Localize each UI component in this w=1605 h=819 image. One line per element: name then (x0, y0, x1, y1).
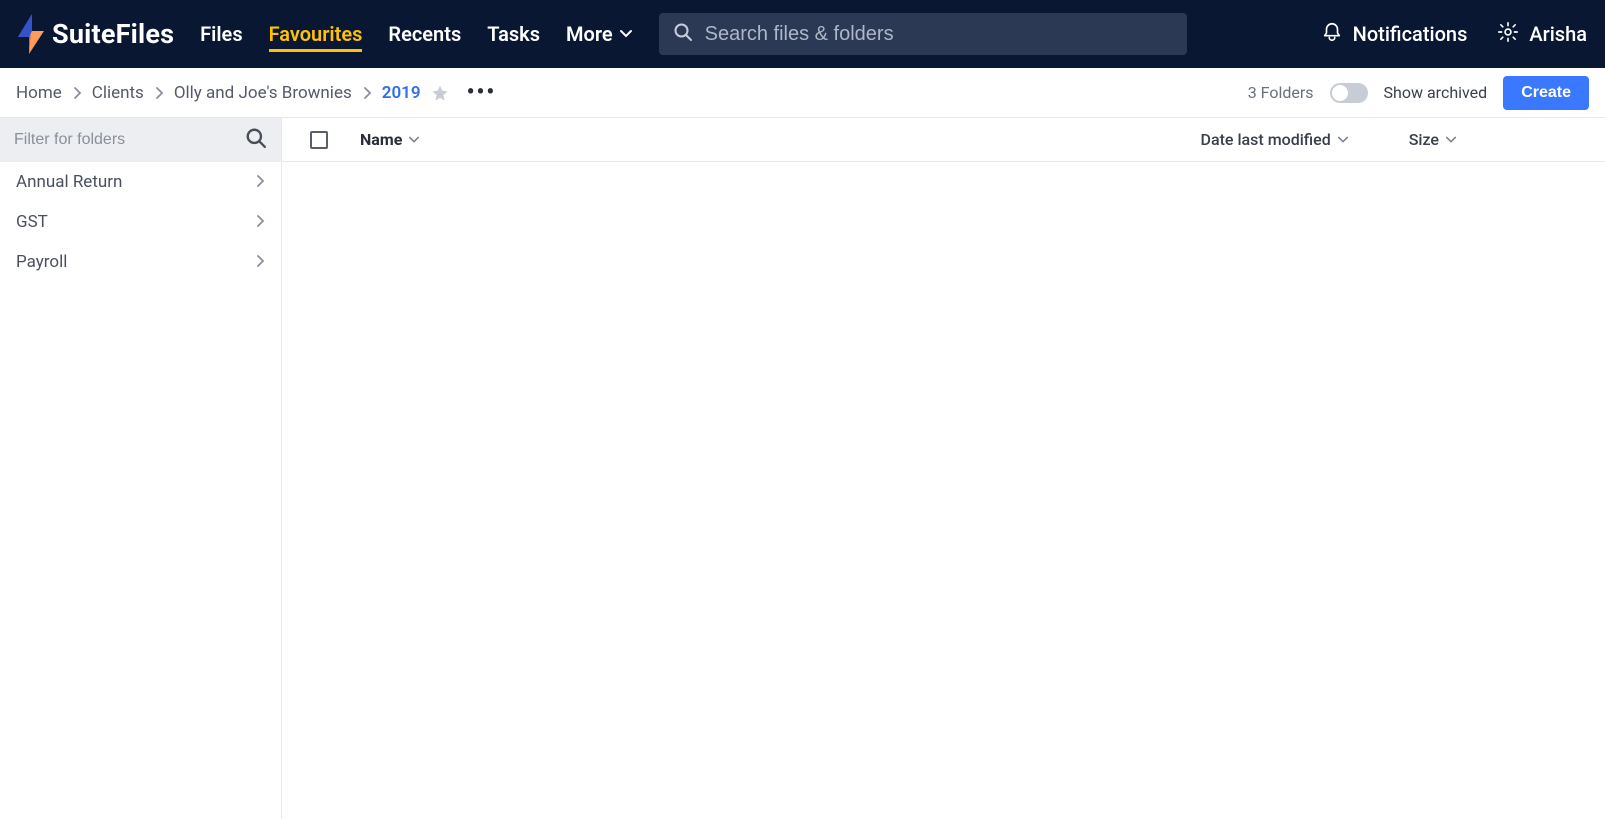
main: Annual Return GST Payroll (0, 118, 1605, 819)
chevron-right-icon (72, 87, 82, 99)
folder-label: GST (16, 212, 48, 232)
user-name: Arisha (1529, 22, 1587, 46)
breadcrumb-home[interactable]: Home (16, 83, 62, 103)
folder-filter-input[interactable] (14, 131, 214, 149)
gear-icon (1497, 21, 1519, 48)
table-header: Name Date last modified Size (282, 118, 1605, 162)
toggle-knob (1332, 85, 1348, 101)
search-box[interactable] (659, 13, 1187, 55)
column-modified-label: Date last modified (1201, 130, 1331, 149)
chevron-right-icon (255, 212, 265, 232)
search-wrap (659, 13, 1187, 55)
app-header: SuiteFiles Files Favourites Recents Task… (0, 0, 1605, 68)
column-name[interactable]: Name (360, 130, 1080, 149)
user-menu[interactable]: Arisha (1497, 21, 1587, 48)
nav-more-label: More (566, 22, 613, 46)
search-icon (673, 22, 693, 46)
column-date-modified[interactable]: Date last modified (1201, 130, 1349, 149)
nav-more[interactable]: More (566, 16, 633, 52)
chevron-right-icon (362, 87, 372, 99)
chevron-down-icon (408, 134, 420, 146)
brand-name: SuiteFiles (52, 18, 174, 50)
chevron-right-icon (255, 172, 265, 192)
search-input[interactable] (705, 23, 1173, 46)
chevron-down-icon (1337, 134, 1349, 146)
folder-filter-row (0, 118, 281, 162)
subbar-right: 3 Folders Show archived Create (1248, 76, 1589, 110)
breadcrumb-clients[interactable]: Clients (92, 83, 144, 103)
main-nav: Files Favourites Recents Tasks More (200, 16, 632, 52)
content-area: Name Date last modified Size (282, 118, 1605, 819)
chevron-right-icon (255, 252, 265, 272)
brand-lightning-icon (18, 14, 44, 54)
notifications-label: Notifications (1353, 22, 1468, 46)
nav-files[interactable]: Files (200, 16, 242, 52)
breadcrumb-client-name[interactable]: Olly and Joe's Brownies (174, 83, 352, 103)
search-icon[interactable] (245, 127, 267, 153)
column-size-label: Size (1409, 130, 1439, 149)
chevron-down-icon (619, 22, 633, 46)
show-archived-label: Show archived (1384, 83, 1488, 102)
favourite-star-icon[interactable] (431, 84, 449, 102)
folder-list: Annual Return GST Payroll (0, 162, 281, 282)
more-actions-icon[interactable]: ••• (467, 80, 497, 105)
sidebar-folder-item[interactable]: Annual Return (0, 162, 281, 202)
sidebar: Annual Return GST Payroll (0, 118, 282, 819)
notifications-button[interactable]: Notifications (1321, 21, 1468, 48)
column-size[interactable]: Size (1409, 130, 1457, 149)
column-name-label: Name (360, 130, 402, 149)
select-all-checkbox[interactable] (310, 131, 328, 149)
subbar: Home Clients Olly and Joe's Brownies 201… (0, 68, 1605, 118)
create-button[interactable]: Create (1503, 76, 1589, 110)
brand-logo[interactable]: SuiteFiles (18, 14, 174, 54)
show-archived-toggle[interactable] (1330, 83, 1368, 103)
bell-icon (1321, 21, 1343, 48)
chevron-down-icon (1445, 134, 1457, 146)
header-right: Notifications Arisha (1321, 21, 1587, 48)
folder-count: 3 Folders (1248, 83, 1314, 102)
folder-label: Payroll (16, 252, 67, 272)
nav-favourites[interactable]: Favourites (269, 16, 363, 52)
breadcrumb-current[interactable]: 2019 (382, 83, 421, 103)
chevron-right-icon (154, 87, 164, 99)
sidebar-folder-item[interactable]: GST (0, 202, 281, 242)
folder-label: Annual Return (16, 172, 122, 192)
nav-tasks[interactable]: Tasks (487, 16, 540, 52)
sidebar-folder-item[interactable]: Payroll (0, 242, 281, 282)
nav-recents[interactable]: Recents (388, 16, 461, 52)
breadcrumb: Home Clients Olly and Joe's Brownies 201… (16, 80, 496, 105)
